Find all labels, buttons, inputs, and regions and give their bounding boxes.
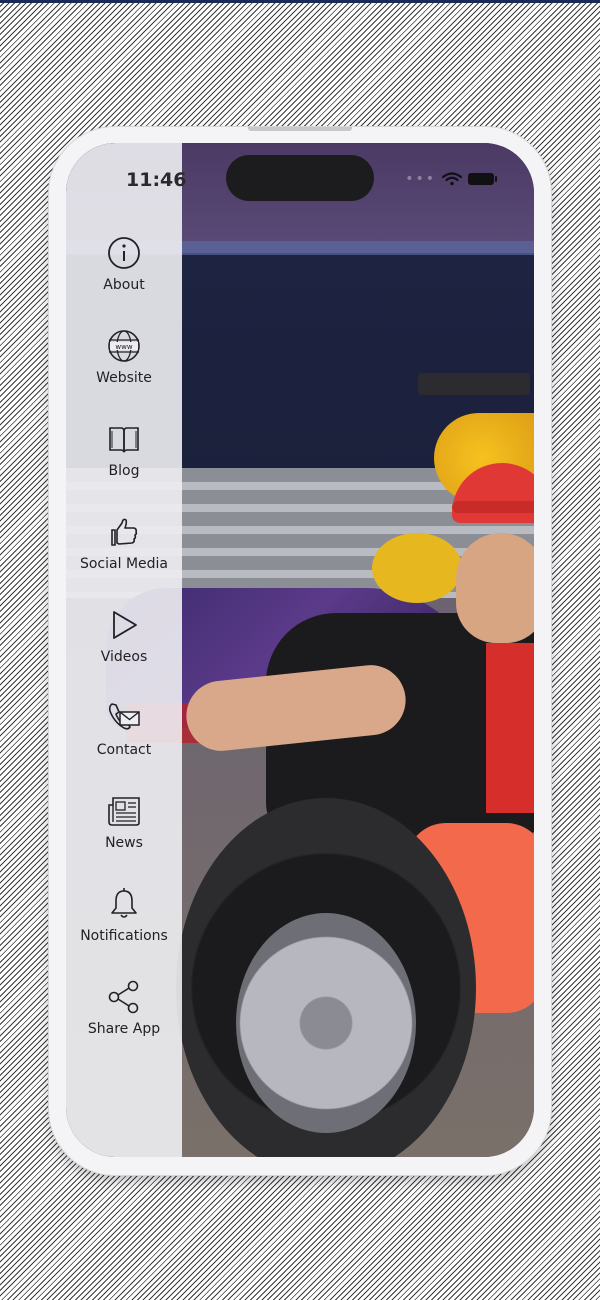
menu-item-website[interactable]: www Website: [66, 328, 182, 408]
menu-label-news: News: [105, 835, 143, 851]
top-edge-line: [0, 0, 600, 3]
status-icons: •••: [405, 171, 497, 187]
menu-item-about[interactable]: About: [66, 235, 182, 315]
svg-text:www: www: [115, 343, 132, 351]
menu-item-contact[interactable]: Contact: [66, 700, 182, 780]
side-menu: About www Website Blog Social Media Vide…: [66, 143, 182, 1157]
photo-wheel-rim: [236, 913, 416, 1133]
photo-person-cap-brim: [452, 501, 534, 513]
menu-item-social-media[interactable]: Social Media: [66, 514, 182, 594]
menu-item-notifications[interactable]: Notifications: [66, 886, 182, 966]
open-book-icon: [109, 427, 139, 453]
menu-label-videos: Videos: [100, 649, 148, 665]
bell-icon: [111, 888, 137, 918]
info-icon: [108, 237, 140, 269]
status-time: 11:46: [126, 169, 187, 191]
photo-person-face: [456, 533, 534, 643]
photo-helmet: [372, 533, 462, 603]
menu-label-website: Website: [96, 370, 152, 386]
phone-side-button: [248, 127, 352, 131]
signal-icon: •••: [405, 171, 436, 187]
play-icon: [113, 611, 137, 639]
phone-mail-icon: [108, 703, 140, 730]
menu-item-share-app[interactable]: Share App: [66, 979, 182, 1059]
menu-label-social-media: Social Media: [79, 556, 168, 572]
menu-item-blog[interactable]: Blog: [66, 421, 182, 501]
menu-label-about: About: [103, 277, 145, 293]
menu-label-notifications: Notifications: [80, 928, 168, 944]
dynamic-island: [226, 155, 374, 201]
menu-label-blog: Blog: [108, 463, 140, 479]
menu-item-news[interactable]: News: [66, 793, 182, 873]
photo-car-wing: [418, 373, 530, 395]
globe-www-icon: www: [108, 330, 140, 362]
menu-label-share-app: Share App: [87, 1021, 161, 1037]
menu-label-contact: Contact: [96, 742, 152, 758]
photo-person-shirt: [486, 643, 534, 813]
newspaper-icon: [108, 797, 140, 826]
thumbs-up-icon: [111, 518, 138, 546]
phone-screen: About www Website Blog Social Media Vide…: [66, 143, 534, 1157]
menu-item-videos[interactable]: Videos: [66, 607, 182, 687]
share-icon: [108, 980, 139, 1014]
wifi-icon: [442, 172, 462, 186]
battery-icon: [468, 173, 497, 185]
